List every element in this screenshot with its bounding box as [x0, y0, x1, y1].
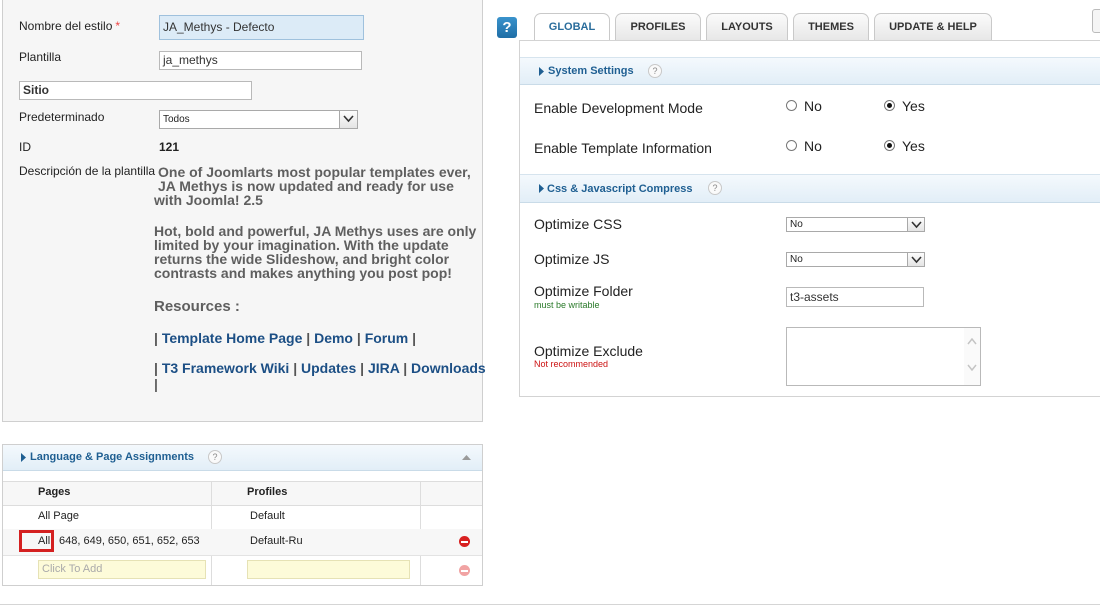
trailing-separator: | [154, 376, 158, 392]
downloads-link[interactable]: Downloads [411, 360, 486, 376]
page-assignments-panel: Language & Page Assignments ? Pages Prof… [2, 444, 483, 586]
compress-title: Css & Javascript Compress [547, 183, 693, 195]
template-info-yes-label: Yes [902, 138, 925, 154]
table-row[interactable]: All Page Default [3, 504, 482, 530]
optimize-exclude-textarea[interactable] [786, 327, 981, 386]
optimize-folder-note: must be writable [534, 300, 600, 310]
pages-column-header: Pages [38, 486, 71, 498]
t3-framework-wiki-link[interactable]: T3 Framework Wiki [162, 360, 289, 376]
demo-link[interactable]: Demo [314, 330, 353, 346]
assignments-title: Language & Page Assignments [30, 451, 195, 463]
template-description-2: Hot, bold and powerful, JA Methys uses a… [154, 224, 479, 280]
dev-mode-label: Enable Development Mode [534, 100, 703, 116]
chevron-down-icon[interactable] [339, 111, 357, 128]
optimize-exclude-label: Optimize Exclude [534, 343, 643, 359]
profile-cell: Default-Ru [250, 535, 303, 547]
help-icon[interactable]: ? [708, 181, 722, 195]
add-row: Click To Add [3, 555, 482, 585]
textarea-scrollbar[interactable] [964, 328, 980, 385]
profiles-column-header: Profiles [247, 486, 288, 498]
template-info-label: Enable Template Information [534, 140, 712, 156]
optimize-css-label: Optimize CSS [534, 216, 622, 232]
add-page-placeholder: Click To Add [42, 563, 103, 575]
triangle-right-icon [539, 67, 544, 76]
tab-layouts[interactable]: LAYOUTS [706, 13, 788, 40]
template-info-no-label: No [804, 138, 822, 154]
page-cell: All Page [38, 510, 79, 522]
optimize-js-label: Optimize JS [534, 251, 610, 267]
tab-update-help[interactable]: UPDATE & HELP [874, 13, 992, 40]
template-home-page-link[interactable]: Template Home Page [162, 330, 303, 346]
help-button[interactable]: ? [497, 17, 517, 38]
assignments-header[interactable]: Language & Page Assignments ? [3, 445, 482, 471]
optimize-css-value: No [790, 219, 803, 230]
template-info-yes-radio[interactable] [884, 140, 895, 151]
description-line: One of Joomlarts most popular templates … [158, 164, 471, 180]
updates-link[interactable]: Updates [301, 360, 356, 376]
description-line: Hot, bold and powerful, JA Methys uses a… [154, 223, 477, 239]
help-icon[interactable]: ? [208, 450, 222, 464]
tab-profiles[interactable]: PROFILES [615, 13, 701, 40]
description-label: Descripción de la plantilla [19, 164, 156, 178]
default-select[interactable]: Todos [159, 110, 358, 129]
resources-heading: Resources : [154, 298, 240, 315]
triangle-right-icon [539, 184, 544, 193]
id-label: ID [19, 140, 31, 154]
page-cell: 648, 649, 650, 651, 652, 653 [59, 535, 200, 547]
description-line: returns the wide Slideshow, and bright c… [154, 251, 450, 267]
compress-header[interactable]: Css & Javascript Compress ? [520, 174, 1100, 203]
chevron-down-icon[interactable] [907, 218, 924, 231]
default-select-value: Todos [163, 114, 190, 125]
optimize-css-select[interactable]: No [786, 217, 925, 232]
highlight-box [19, 530, 54, 552]
optimize-folder-label: Optimize Folder [534, 283, 633, 299]
optimize-js-select[interactable]: No [786, 252, 925, 267]
template-input[interactable]: ja_methys [159, 51, 362, 70]
assignments-table-header [3, 481, 482, 506]
profile-cell: Default [250, 510, 285, 522]
description-line: limited by your imagination. With the up… [154, 237, 449, 253]
collapse-arrow-icon[interactable] [462, 455, 471, 460]
site-field[interactable]: Sitio [19, 81, 252, 100]
add-page-input[interactable]: Click To Add [38, 560, 206, 579]
scroll-up-icon[interactable] [967, 338, 977, 345]
page-divider [0, 604, 1100, 605]
remove-icon[interactable] [459, 565, 470, 576]
description-line: JA Methys is now updated and ready for u… [158, 178, 454, 194]
optimize-exclude-note: Not recommended [534, 359, 609, 369]
system-settings-title: System Settings [548, 65, 634, 77]
table-row[interactable]: All 648, 649, 650, 651, 652, 653 Default… [3, 529, 482, 556]
scroll-down-icon[interactable] [967, 364, 977, 371]
tab-themes[interactable]: THEMES [793, 13, 869, 40]
default-label: Predeterminado [19, 110, 105, 124]
style-name-input[interactable]: JA_Methys - Defecto [159, 15, 364, 40]
optimize-folder-input[interactable]: t3-assets [786, 287, 924, 307]
resource-links-row-1: | Template Home Page | Demo | Forum | [154, 330, 417, 346]
triangle-right-icon [21, 453, 26, 462]
required-mark: * [115, 19, 121, 33]
dev-mode-no-radio[interactable] [786, 100, 797, 111]
dev-mode-yes-label: Yes [902, 98, 925, 114]
style-name-label: Nombre del estilo * [19, 19, 121, 33]
help-icon[interactable]: ? [648, 64, 662, 78]
add-profile-input[interactable] [247, 560, 410, 579]
optimize-js-value: No [790, 254, 803, 265]
template-label: Plantilla [19, 50, 62, 64]
jira-link[interactable]: JIRA [368, 360, 399, 376]
system-settings-header[interactable]: System Settings ? [520, 57, 1100, 85]
window-control-fragment[interactable] [1092, 9, 1100, 33]
resource-links-row-2: | T3 Framework Wiki | Updates | JIRA | D… [154, 360, 486, 376]
chevron-down-icon[interactable] [907, 253, 924, 266]
template-description: One of Joomlarts most popular templates … [154, 164, 478, 207]
description-line: contrasts and makes anything you post po… [154, 265, 452, 281]
tab-global[interactable]: GLOBAL [534, 13, 610, 42]
id-value: 121 [159, 140, 180, 154]
dev-mode-no-label: No [804, 98, 822, 114]
template-info-no-radio[interactable] [786, 140, 797, 151]
description-line: with Joomla! 2.5 [154, 192, 263, 208]
dev-mode-yes-radio[interactable] [884, 100, 895, 111]
remove-icon[interactable] [459, 536, 470, 547]
forum-link[interactable]: Forum [365, 330, 409, 346]
